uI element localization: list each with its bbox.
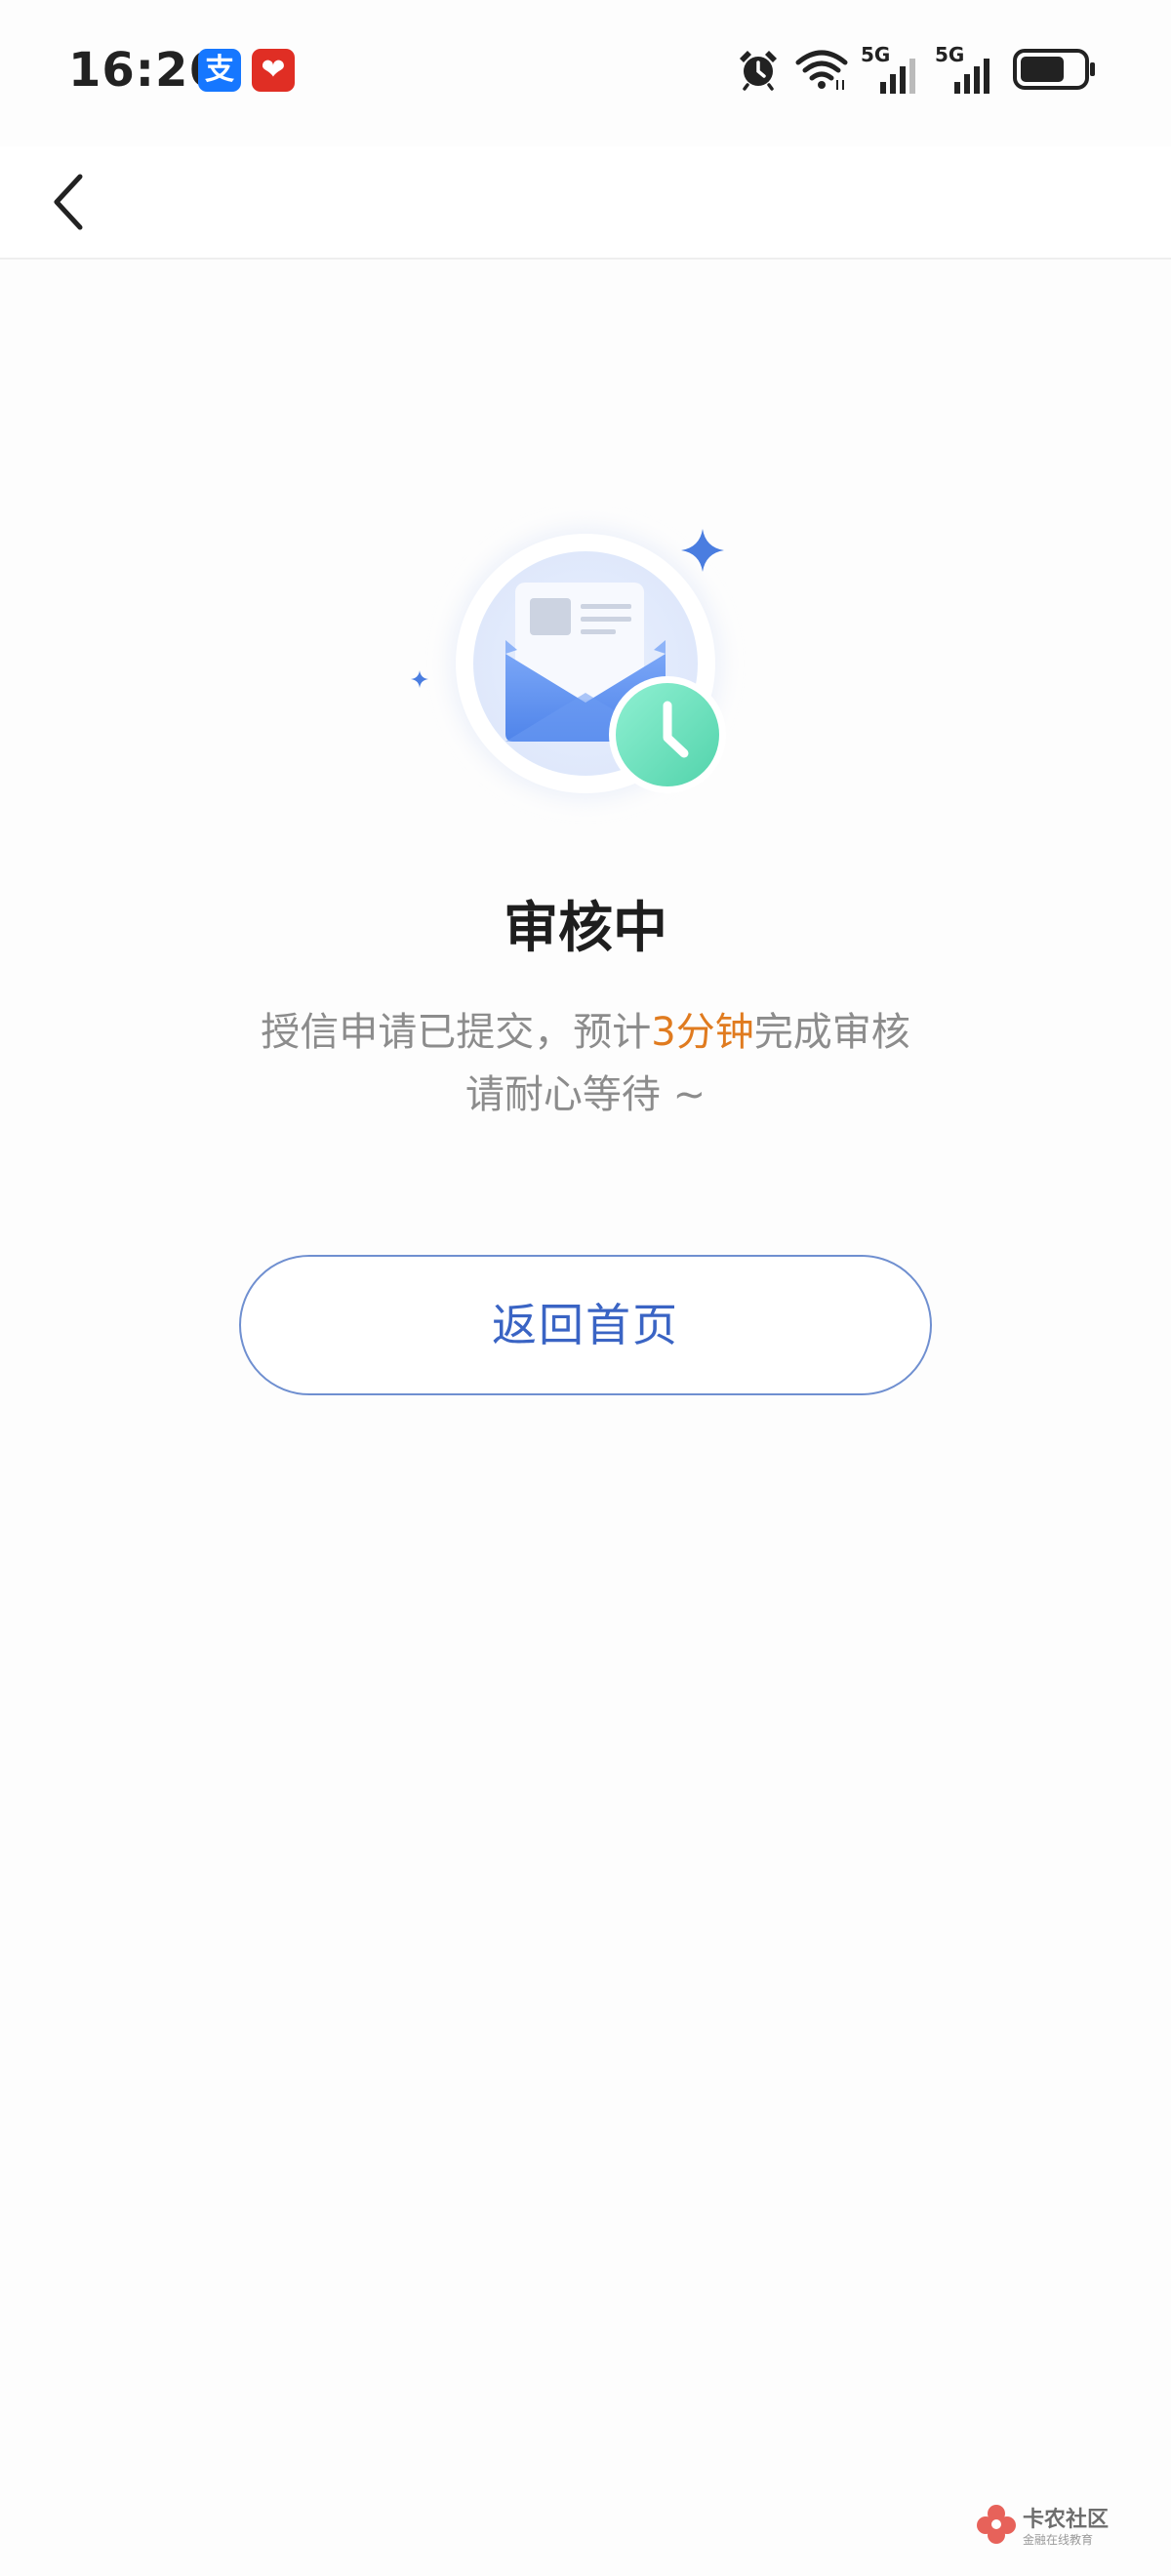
review-status-screen: 16:26 支 ❤ 5G 5G 审核中 授信申请已提交，预计3分钟完成审核 请耐…	[0, 0, 1171, 2576]
pinduoduo-app-icon: ❤	[252, 49, 295, 92]
back-button[interactable]	[49, 158, 137, 246]
page-title: 审核中	[504, 897, 667, 960]
description-prefix: 授信申请已提交，预计	[261, 1010, 652, 1055]
chevron-left-icon	[54, 174, 83, 230]
cellular-5g-icon: 5G	[935, 43, 995, 96]
return-home-button[interactable]: 返回首页	[239, 1255, 932, 1395]
status-hint: 请耐心等待 ~	[464, 1072, 707, 1117]
alipay-app-icon: 支	[198, 49, 241, 92]
watermark-text: 卡农社区	[1023, 2508, 1110, 2532]
status-bar: 16:26 支 ❤ 5G 5G	[0, 0, 1171, 146]
alarm-icon	[740, 51, 777, 91]
battery-icon	[1013, 49, 1095, 90]
estimated-time: 3分钟	[651, 1010, 754, 1055]
nav-bar	[0, 146, 1171, 260]
watermark-subtext: 金融在线教育	[1023, 2533, 1094, 2547]
cellular-5g-icon: 5G	[861, 43, 921, 96]
status-description: 授信申请已提交，预计3分钟完成审核	[0, 1003, 1171, 1062]
flower-logo-icon	[977, 2505, 1016, 2544]
review-illustration	[390, 507, 781, 859]
description-suffix: 完成审核	[753, 1010, 910, 1055]
status-icons: 5G 5G	[736, 43, 1107, 96]
envelope-clock-icon	[411, 527, 726, 800]
watermark-logo: 卡农社区 金融在线教育	[976, 2498, 1112, 2556]
wifi-icon	[795, 50, 848, 90]
